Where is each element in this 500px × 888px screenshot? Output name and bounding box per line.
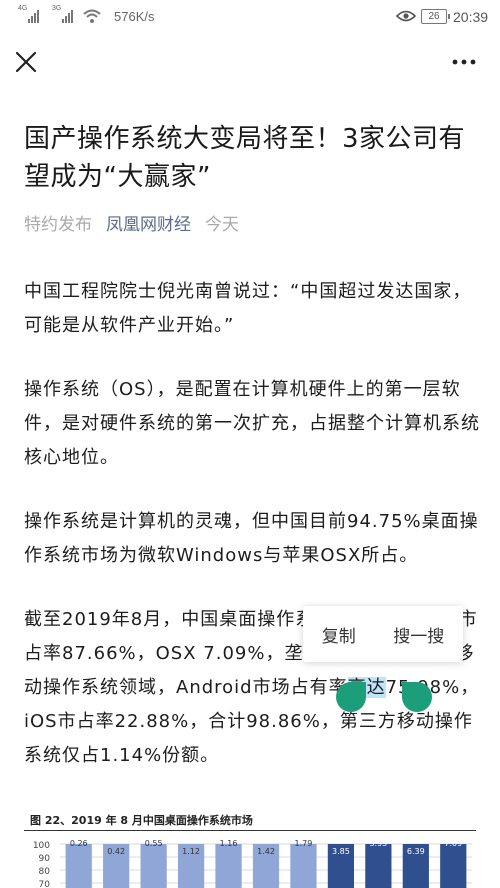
bar-value-label: 0.26 xyxy=(70,839,88,848)
network-speed: 576K/s xyxy=(114,9,155,24)
close-icon[interactable] xyxy=(12,48,40,76)
more-icon[interactable] xyxy=(448,50,480,74)
paragraph-3: 操作系统是计算机的灵魂，但中国目前94.75%桌面操作系统市场为微软Window… xyxy=(24,511,479,566)
network-type-label: 4G xyxy=(18,5,28,12)
signal-icon-2 xyxy=(62,9,73,23)
paragraph-1: 中国工程院院士倪光南曾说过：“中国超过发达国家，可能是从软件产业开始。” xyxy=(24,281,472,336)
figure-rule xyxy=(24,830,476,831)
y-tick-label: 90 xyxy=(39,854,51,864)
article-body: 中国工程院院士倪光南曾说过：“中国超过发达国家，可能是从软件产业开始。” 操作系… xyxy=(24,275,480,803)
bar-value-label: 1.16 xyxy=(220,839,238,848)
bar-value-label: 1.12 xyxy=(182,847,200,856)
meta-source-link[interactable]: 凤凰网财经 xyxy=(106,210,191,235)
wifi-icon xyxy=(83,9,101,23)
chart-bar xyxy=(290,844,317,888)
chart-bar xyxy=(65,844,92,888)
eye-icon xyxy=(396,10,416,22)
y-tick-label: 70 xyxy=(39,880,51,888)
article-meta: 特约发布 凤凰网财经 今天 xyxy=(24,210,239,235)
bar-value-label: 1.79 xyxy=(295,839,313,848)
article-title: 国产操作系统大变局将至！3家公司有望成为“大赢家” xyxy=(24,124,466,192)
chart-svg: 100 90 80 70 0.26 0.42 0.55 1.12 1.16 1.42 1.79 3.8… xyxy=(33,839,472,888)
chart-bar xyxy=(140,844,167,888)
chart-bar xyxy=(215,844,242,888)
chart-bar xyxy=(365,844,392,888)
bar-value-label: 0.55 xyxy=(145,839,163,848)
bar-value-label: 3.95 xyxy=(369,839,387,848)
status-bar: 4G 3G 576K/s 26 20:39 xyxy=(0,0,500,34)
figure-chart: 图 22、2019 年 8 月中国桌面操作系统市场 100 90 80 70 0.26 0… xyxy=(24,808,476,888)
bar-value-label: 7.09 xyxy=(444,839,462,848)
selection-popup: 复制 搜一搜 xyxy=(303,606,463,662)
figure-title: 图 22、2019 年 8 月中国桌面操作系统市场 xyxy=(30,814,253,827)
network-type-label-2: 3G xyxy=(52,5,62,12)
selection-handle-start[interactable] xyxy=(336,682,366,712)
signal-icon xyxy=(28,9,39,23)
nav-bar xyxy=(0,40,500,90)
clock: 20:39 xyxy=(453,9,489,25)
chart-bar xyxy=(440,844,467,888)
bar-value-label: 6.39 xyxy=(407,847,425,856)
bar-value-label: 1.42 xyxy=(257,847,275,856)
copy-button[interactable]: 复制 xyxy=(322,622,356,647)
meta-time: 今天 xyxy=(205,215,239,235)
meta-tag: 特约发布 xyxy=(24,215,92,235)
bar-value-label: 0.42 xyxy=(107,847,125,856)
y-tick-label: 100 xyxy=(33,841,50,851)
bar-value-label: 3.85 xyxy=(332,847,350,856)
paragraph-2: 操作系统（OS），是配置在计算机硬件上的第一层软件，是对硬件系统的第一次扩充，占… xyxy=(24,379,480,468)
battery-level: 26 xyxy=(421,9,450,24)
search-button[interactable]: 搜一搜 xyxy=(393,622,444,647)
selection-handle-end[interactable] xyxy=(402,682,432,712)
y-tick-label: 80 xyxy=(39,867,51,877)
